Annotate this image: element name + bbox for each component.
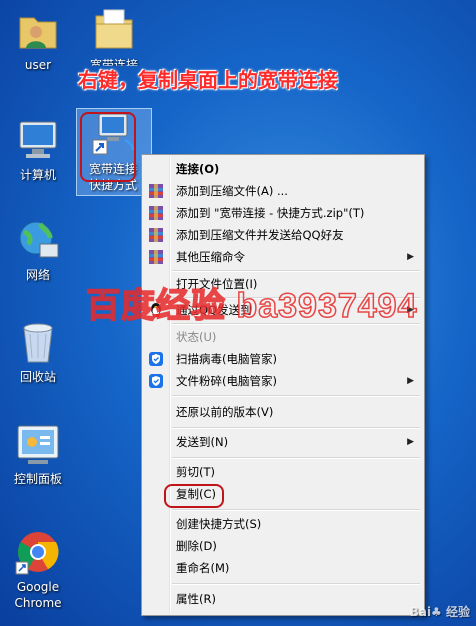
menu-item-restore-previous[interactable]: 还原以前的版本(V)	[144, 401, 422, 423]
menu-item-add-to-archive[interactable]: 添加到压缩文件(A) ...	[144, 180, 422, 202]
desktop-icon-control-panel[interactable]: 控制面板	[0, 420, 76, 487]
recycle-bin-icon	[14, 318, 62, 366]
desktop-icon-computer[interactable]: 计算机	[0, 116, 76, 183]
instruction-annotation: 右键，复制桌面上的宽带连接	[78, 68, 338, 92]
desktop-icon-label: 回收站	[19, 370, 56, 384]
menu-separator	[172, 395, 420, 397]
desktop-icon-label: 网络	[25, 268, 50, 282]
desktop-icon-label: user	[24, 58, 52, 72]
desktop-icon-recycle-bin[interactable]: 回收站	[0, 318, 76, 385]
watermark-text: 百度经验 ba3937494	[85, 286, 418, 326]
menu-item-file-shred[interactable]: 文件粉碎(电脑管家) ▶	[144, 370, 422, 392]
menu-separator	[172, 427, 420, 429]
user-folder-icon	[14, 6, 62, 54]
baidu-jingyan-logo: Bai♣ 经验	[409, 605, 470, 619]
menu-separator	[172, 509, 420, 511]
menu-item-label: 扫描病毒(电脑管家)	[176, 352, 277, 366]
menu-separator	[172, 457, 420, 459]
menu-item-label: 添加到 "宽带连接 - 快捷方式.zip"(T)	[176, 206, 365, 220]
context-menu: 连接(O) 添加到压缩文件(A) ... 添加到 "宽带连接 - 快捷方式.zi…	[141, 154, 425, 616]
menu-item-label: 其他压缩命令	[176, 250, 245, 264]
menu-item-label: 创建快捷方式(S)	[176, 517, 262, 531]
computer-icon	[14, 116, 62, 164]
winrar-icon	[148, 183, 164, 199]
menu-item-archive-send-qq[interactable]: 添加到压缩文件并发送给QQ好友	[144, 224, 422, 246]
submenu-arrow-icon: ▶	[407, 376, 414, 386]
menu-item-cut[interactable]: 剪切(T)	[144, 461, 422, 483]
menu-item-label: 添加到压缩文件并发送给QQ好友	[176, 228, 344, 242]
menu-item-label: 添加到压缩文件(A) ...	[176, 184, 288, 198]
menu-item-label: 重命名(M)	[176, 561, 230, 575]
winrar-icon	[148, 227, 164, 243]
menu-item-send-to[interactable]: 发送到(N) ▶	[144, 431, 422, 453]
desktop-icon-label: Google Chrome	[14, 580, 62, 610]
shield-icon	[148, 351, 164, 367]
folder-icon	[90, 6, 138, 54]
menu-separator	[172, 583, 420, 585]
menu-item-label: 发送到(N)	[176, 435, 229, 449]
menu-item-status: 状态(U)	[144, 326, 422, 348]
menu-item-label: 状态(U)	[176, 330, 217, 344]
winrar-icon	[148, 205, 164, 221]
chrome-icon	[14, 528, 62, 576]
menu-item-rename[interactable]: 重命名(M)	[144, 557, 422, 579]
shield-icon	[148, 373, 164, 389]
menu-item-label: 连接(O)	[176, 162, 220, 176]
desktop-icon-broadband-folder[interactable]: 宽带连接	[76, 6, 152, 73]
menu-item-scan-virus[interactable]: 扫描病毒(电脑管家)	[144, 348, 422, 370]
menu-item-label: 文件粉碎(电脑管家)	[176, 374, 277, 388]
menu-item-delete[interactable]: 删除(D)	[144, 535, 422, 557]
desktop-icon-user[interactable]: user	[0, 6, 76, 73]
highlight-box-shortcut	[80, 112, 136, 182]
menu-item-label: 属性(R)	[176, 592, 216, 606]
desktop-icon-label: 计算机	[19, 168, 56, 182]
menu-item-label: 剪切(T)	[176, 465, 215, 479]
network-globe-icon	[14, 216, 62, 264]
menu-item-add-to-zip[interactable]: 添加到 "宽带连接 - 快捷方式.zip"(T)	[144, 202, 422, 224]
submenu-arrow-icon: ▶	[407, 437, 414, 447]
control-panel-icon	[14, 420, 62, 468]
desktop-icon-chrome[interactable]: Google Chrome	[0, 528, 76, 611]
menu-item-label: 删除(D)	[176, 539, 217, 553]
winrar-icon	[148, 249, 164, 265]
desktop-icon-network[interactable]: 网络	[0, 216, 76, 283]
highlight-box-copy	[164, 484, 224, 508]
desktop-icon-label: 控制面板	[13, 472, 62, 486]
menu-separator	[172, 270, 420, 272]
submenu-arrow-icon: ▶	[407, 252, 414, 262]
menu-item-connect[interactable]: 连接(O)	[144, 158, 422, 180]
menu-item-label: 还原以前的版本(V)	[176, 405, 274, 419]
menu-item-create-shortcut[interactable]: 创建快捷方式(S)	[144, 513, 422, 535]
menu-item-properties[interactable]: 属性(R)	[144, 588, 422, 610]
menu-item-other-compress[interactable]: 其他压缩命令 ▶	[144, 246, 422, 268]
